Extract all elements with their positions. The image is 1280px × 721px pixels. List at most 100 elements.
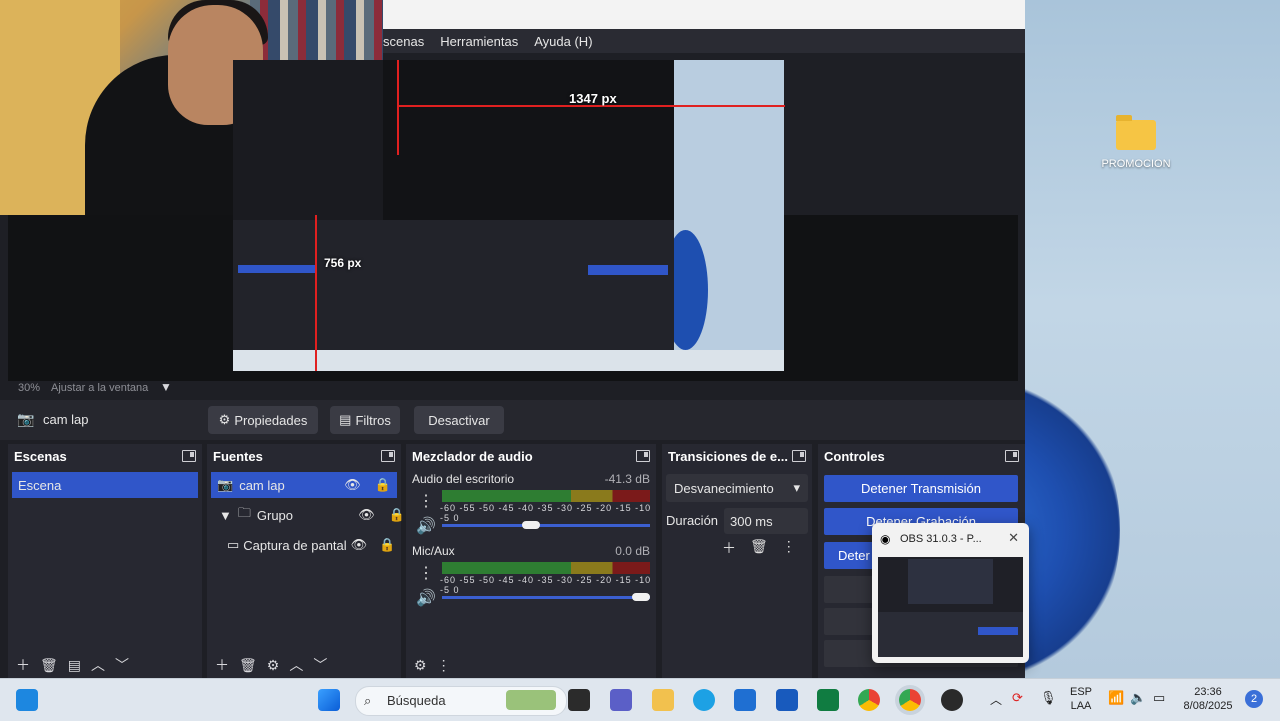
notification-badge[interactable]: 2 [1245,690,1263,708]
battery-icon[interactable]: ▭ [1153,690,1165,706]
meter-scale: -60 -55 -50 -45 -40 -35 -30 -25 -20 -15 … [440,575,652,595]
more-icon[interactable]: ⋮ [418,563,434,583]
source-item-capture[interactable]: ▭ Captura de pantal 👁 🔒 [227,532,397,558]
start-icon[interactable] [318,689,340,711]
menu-herramientas[interactable]: Herramientas [440,34,518,49]
speaker-icon[interactable]: 🔊 [416,516,436,536]
wifi-icon[interactable]: 📶 [1108,690,1124,706]
zoom-percent[interactable]: 30% [18,382,40,394]
undock-icon[interactable] [792,450,806,462]
source-toolbar: 📷 cam lap ⚙ Propiedades ▤ Filtros Desact… [0,400,1025,440]
undock-icon[interactable] [182,450,196,462]
filter-icon[interactable]: ▤ [68,657,81,674]
meter-scale: -60 -55 -50 -45 -40 -35 -30 -25 -20 -15 … [440,503,652,523]
zoom-bar: 30% Ajustar a la ventana ▼ [0,380,1025,397]
search-box[interactable]: ⌕ Búsqueda [355,686,567,716]
search-placeholder: Búsqueda [387,693,446,708]
mixer-toolbar: ⚙ ⋮ [406,652,656,678]
search-highlight-image [506,690,556,710]
volume-knob[interactable] [521,521,540,529]
store-icon[interactable] [734,689,756,711]
trash-icon[interactable]: 🗑 [40,657,58,674]
scene-label: Escena [18,477,62,493]
add-icon[interactable]: ＋ [722,538,736,558]
volume-slider[interactable] [442,596,650,599]
popup-thumbnail[interactable] [878,557,1023,657]
undock-icon[interactable] [636,450,650,462]
date: 8/08/2025 [1183,700,1233,712]
obs-icon: ◉ [880,532,891,546]
desktop-folder[interactable]: PROMOCION [1100,115,1172,170]
mixer-title: Mezclador de audio [412,448,533,464]
more-icon[interactable]: ⋮ [437,657,451,674]
speaker-icon[interactable]: 🔊 [416,588,436,608]
chrome-icon[interactable] [899,689,921,711]
add-icon[interactable]: ＋ [16,655,30,675]
taskbar-preview-popup[interactable]: ◉ OBS 31.0.3 - P... ✕ [872,523,1029,663]
chevron-down-icon[interactable]: ﹀ [313,655,327,675]
zoom-fit-label[interactable]: Ajustar a la ventana [51,382,148,394]
third-control-label: Deter [838,548,870,563]
volume-icon[interactable]: 🔈 [1130,690,1146,706]
sync-icon[interactable]: ⟳ [1012,690,1023,706]
volume-knob[interactable] [632,593,650,601]
more-icon[interactable]: ⋮ [782,538,796,558]
widgets-icon[interactable] [16,689,38,711]
language-indicator[interactable]: ESP LAA [1066,685,1096,713]
properties-button[interactable]: ⚙ Propiedades [208,406,318,434]
lang-top: ESP [1069,686,1092,698]
mic-icon[interactable]: 🎙 [1040,690,1057,706]
deactivate-button[interactable]: Desactivar [414,406,504,434]
eye-icon[interactable]: 👁 [351,537,368,553]
undock-icon[interactable] [1005,450,1019,462]
stop-stream-label: Detener Transmisión [861,481,981,496]
scene-item[interactable]: Escena [12,472,198,498]
source-item-cam[interactable]: 📷 cam lap 👁 🔒 [211,472,397,498]
edge-icon[interactable] [693,689,715,711]
lock-icon[interactable]: 🔒 [379,537,395,553]
file-explorer-icon[interactable] [652,689,674,711]
eye-icon[interactable]: 👁 [344,477,361,493]
obs-icon[interactable] [941,689,963,711]
close-icon[interactable]: ✕ [1008,530,1019,546]
trash-icon[interactable]: 🗑 [750,538,768,558]
measure-line-vertical [315,215,317,371]
duration-input[interactable]: 300 ms [724,508,808,534]
undock-icon[interactable] [381,450,395,462]
eye-icon[interactable]: 👁 [358,507,375,523]
chevron-up-icon[interactable]: ︿ [990,691,1002,708]
sources-toolbar: ＋ 🗑 ⚙ ︿ ﹀ [207,652,401,678]
volume-meter [442,490,650,502]
teams-icon[interactable] [610,689,632,711]
excel-icon[interactable] [817,689,839,711]
lock-icon[interactable]: 🔒 [375,477,391,493]
gear-icon[interactable]: ⚙ [267,657,280,674]
task-view-icon[interactable] [568,689,590,711]
chevron-up-icon[interactable]: ︿ [289,655,303,675]
channel-level: 0.0 dB [615,544,650,558]
selected-source-name: cam lap [43,412,89,427]
camera-icon: 📷 [17,411,35,427]
transition-select[interactable]: Desvanecimiento ▾ [666,474,808,502]
sources-dock: Fuentes 📷 cam lap 👁 🔒 ▼ 🗀 Grupo 👁 🔒 ▭ Ca… [207,444,405,678]
filters-button[interactable]: ▤ Filtros [330,406,400,434]
clock[interactable]: 23:36 8/08/2025 [1178,685,1238,713]
sources-title: Fuentes [213,448,263,464]
chevron-up-icon[interactable]: ︿ [91,655,105,675]
chevron-down-icon: ▾ [793,480,800,495]
more-icon[interactable]: ⋮ [418,491,434,511]
add-icon[interactable]: ＋ [215,655,229,675]
gear-icon[interactable]: ⚙ [414,657,427,674]
expand-icon[interactable]: ▼ [219,508,232,523]
source-item-group[interactable]: ▼ 🗀 Grupo 👁 🔒 [213,502,405,528]
stop-stream-button[interactable]: Detener Transmisión [824,475,1018,502]
trash-icon[interactable]: 🗑 [239,657,257,674]
lock-icon[interactable]: 🔒 [389,507,405,523]
chevron-down-icon[interactable]: ﹀ [115,655,129,675]
zoom-dropdown-icon[interactable]: ▼ [160,380,172,394]
chrome-icon[interactable] [858,689,880,711]
menu-escenas[interactable]: scenas [383,34,424,49]
volume-slider[interactable] [442,524,650,527]
menu-ayuda[interactable]: Ayuda (H) [534,34,592,49]
word-icon[interactable] [776,689,798,711]
